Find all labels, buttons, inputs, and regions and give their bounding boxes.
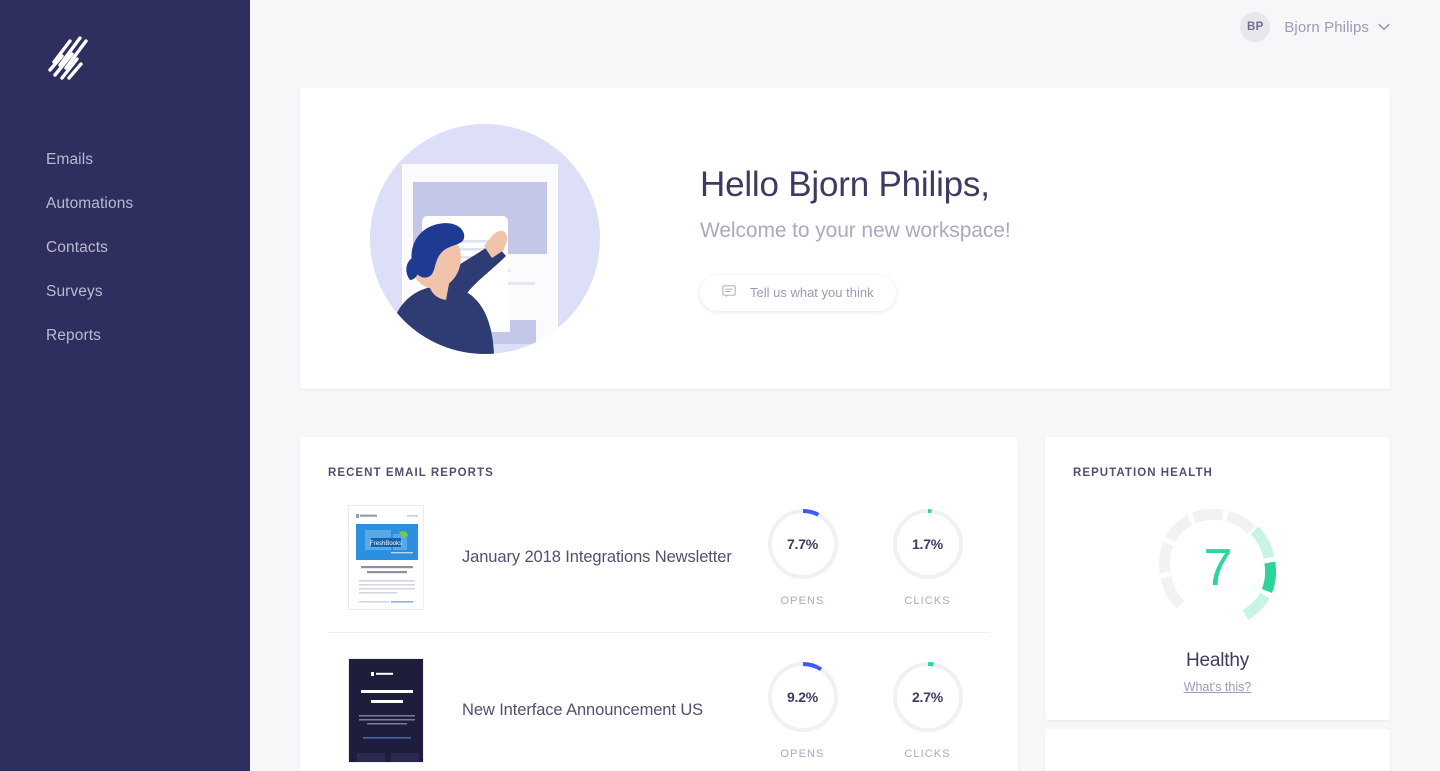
report-metrics: 9.2% OPENS 2.7% CLICKS [740,661,990,760]
recent-email-reports-title: RECENT EMAIL REPORTS [328,467,494,479]
sidebar-item-reports[interactable]: Reports [0,314,250,358]
page-title: Hello Bjorn Philips, [700,164,990,204]
avatar: BP [1240,12,1271,42]
feedback-button-label: Tell us what you think [750,285,874,300]
welcome-hero-card: Hello Bjorn Philips, Welcome to your new… [300,88,1390,389]
reputation-status: Healthy [1185,650,1250,671]
main-area: BP Bjorn Philips Hello Bjorn Philips, We… [250,0,1440,771]
clicks-label: CLICKS [904,748,951,760]
reputation-gauge: 7 [1155,505,1280,630]
reputation-score: 7 [1203,538,1233,597]
sidebar-item-automations[interactable]: Automations [0,182,250,226]
clicks-donut-chart: 1.7% [892,508,964,580]
clicks-label: CLICKS [904,595,951,607]
sidebar-item-emails[interactable]: Emails [0,138,250,182]
reputation-health-card: REPUTATION HEALTH 7 Healthy What's this? [1045,437,1390,720]
opens-donut-chart: 7.7% [767,508,839,580]
sidebar-nav: Emails Automations Contacts Surveys Repo… [0,138,250,358]
content: Hello Bjorn Philips, Welcome to your new… [250,54,1440,771]
reputation-health-title: REPUTATION HEALTH [1073,467,1213,479]
feedback-button[interactable]: Tell us what you think [700,274,896,311]
sidebar-item-contacts[interactable]: Contacts [0,226,250,270]
table-row[interactable]: FreshBooks January 2018 Integrations New… [328,479,990,632]
side-column: REPUTATION HEALTH 7 Healthy What's this? [1045,437,1390,771]
dashboard-lower-grid: RECENT EMAIL REPORTS FreshBooks January … [300,437,1390,771]
metric-clicks: 1.7% CLICKS [865,508,990,607]
chevron-down-icon [1378,18,1390,36]
whats-this-link[interactable]: What's this? [1073,680,1362,694]
hero-subtitle: Welcome to your new workspace! [700,218,1011,242]
opens-donut-chart: 9.2% [767,661,839,733]
benchmark-announcement-thumbnail[interactable] [348,658,424,763]
svg-text:FreshBooks: FreshBooks [370,541,402,547]
report-name[interactable]: New Interface Announcement US [462,701,740,720]
clicks-donut-chart: 2.7% [892,661,964,733]
hero-text: Hello Bjorn Philips, Welcome to your new… [700,163,1011,315]
user-name: Bjorn Philips [1284,18,1369,36]
report-metrics: 7.7% OPENS 1.7% CLICKS [740,508,990,607]
clicks-value: 1.7% [911,536,944,552]
app-root: Emails Automations Contacts Surveys Repo… [0,0,1440,771]
secondary-side-card [1045,729,1390,771]
metric-clicks: 2.7% CLICKS [865,661,990,760]
recent-email-reports-card: RECENT EMAIL REPORTS FreshBooks January … [300,437,1018,771]
sidebar-item-surveys[interactable]: Surveys [0,270,250,314]
topbar: BP Bjorn Philips [250,0,1440,54]
clicks-value: 2.7% [911,689,944,705]
benchmark-speedlines-logo[interactable] [40,30,92,86]
freshbooks-newsletter-thumbnail[interactable]: FreshBooks [348,505,424,610]
metric-opens: 9.2% OPENS [740,661,865,760]
metric-opens: 7.7% OPENS [740,508,865,607]
report-name[interactable]: January 2018 Integrations Newsletter [462,548,740,567]
sidebar: Emails Automations Contacts Surveys Repo… [0,0,250,771]
table-row[interactable]: New Interface Announcement US 9.2% OPENS… [328,632,990,771]
opens-label: OPENS [780,595,825,607]
opens-value: 9.2% [786,689,819,705]
opens-label: OPENS [780,748,825,760]
person-holding-document-illustration [370,123,600,354]
user-menu[interactable]: BP Bjorn Philips [1240,12,1390,42]
opens-value: 7.7% [786,536,819,552]
comment-icon [722,284,736,301]
